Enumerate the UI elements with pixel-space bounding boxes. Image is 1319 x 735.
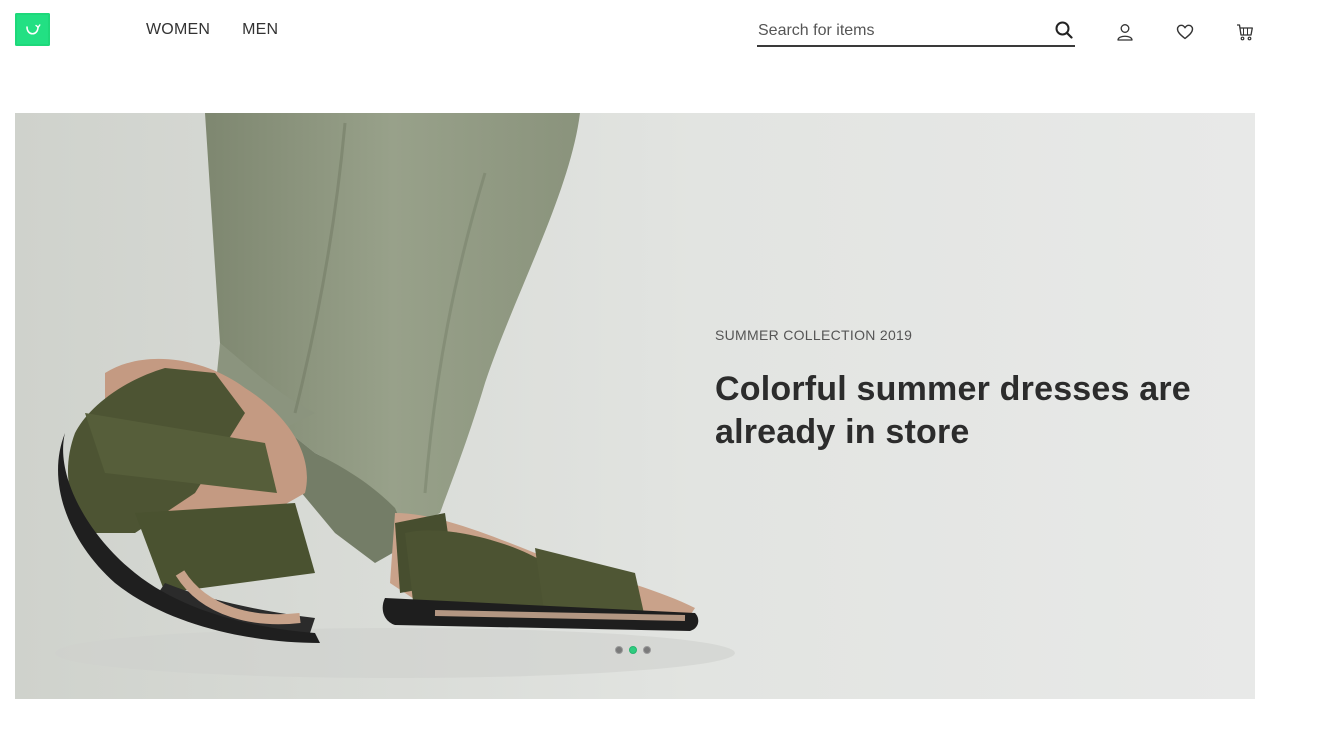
carousel-dot[interactable] bbox=[629, 646, 637, 654]
cart-icon[interactable] bbox=[1233, 20, 1257, 44]
shopping-bag-icon[interactable] bbox=[15, 13, 50, 46]
nav-men-link[interactable]: MEN bbox=[242, 21, 278, 39]
hero-banner: SUMMER COLLECTION 2019 Colorful summer d… bbox=[15, 113, 1255, 699]
hero-eyebrow: SUMMER COLLECTION 2019 bbox=[715, 327, 913, 343]
carousel-dot[interactable] bbox=[643, 646, 651, 654]
carousel-dot[interactable] bbox=[615, 646, 623, 654]
hero-title: Colorful summer dresses are already in s… bbox=[715, 370, 1191, 451]
search-icon[interactable] bbox=[1053, 19, 1075, 41]
carousel-dots bbox=[615, 646, 651, 654]
nav-women-link[interactable]: WOMEN bbox=[146, 21, 210, 39]
site-header: WOMEN MEN bbox=[0, 0, 1319, 64]
user-icon[interactable] bbox=[1113, 20, 1137, 44]
search-input[interactable] bbox=[758, 19, 1038, 43]
hero-text-block: SUMMER COLLECTION 2019 Colorful summer d… bbox=[715, 327, 1215, 454]
heart-icon[interactable] bbox=[1173, 20, 1197, 44]
search-bar bbox=[757, 17, 1075, 47]
main-nav: WOMEN MEN bbox=[146, 21, 278, 39]
